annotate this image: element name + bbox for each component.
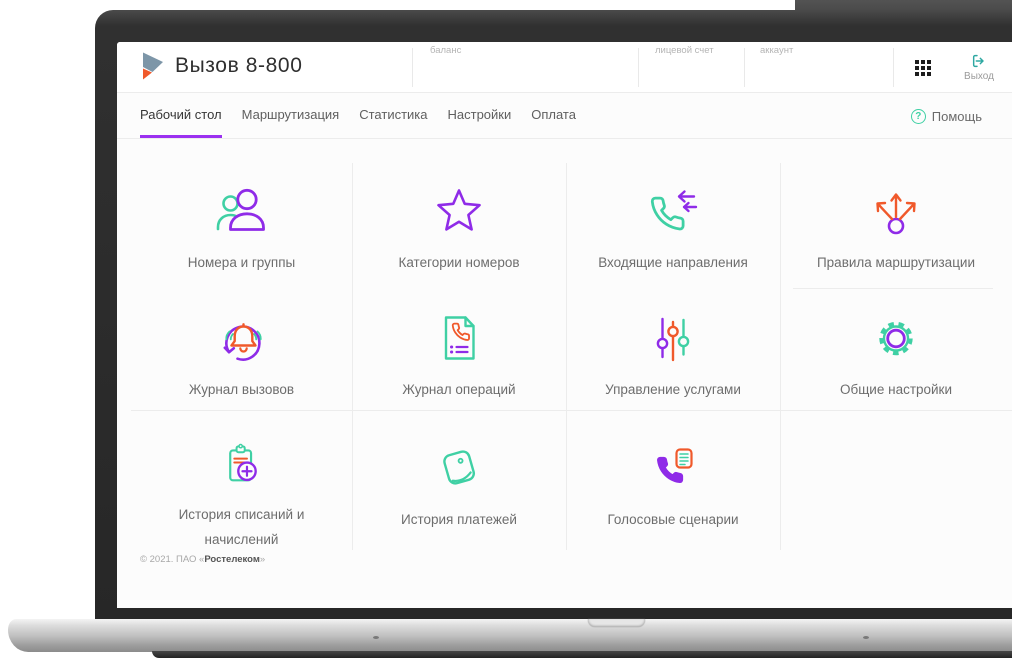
tile-incoming-directions[interactable]: Входящие направления [566,163,780,290]
copyright: © 2021. ПАО «Ростелеком» [140,554,265,565]
tab-payment[interactable]: Оплата [531,93,576,138]
tile-label: Категории номеров [398,255,520,270]
users-icon [216,188,265,231]
star-icon [437,189,481,231]
tile-label: Входящие направления [598,255,748,270]
balance-field[interactable]: баланс [430,45,461,56]
help-label: Помощь [931,108,982,124]
tile-general-settings[interactable]: Общие настройки [780,290,1012,420]
copyright-prefix: © 2021. ПАО « [140,554,205,565]
laptop-foot [373,636,379,639]
tab-settings[interactable]: Настройки [448,93,512,138]
tile-label: Номера и группы [187,255,296,270]
tile-label: История платежей [401,512,517,527]
header-divider [744,48,745,87]
voice-script-icon [657,448,693,484]
tile-operations-log[interactable]: Журнал операций [352,290,566,420]
sliders-icon [656,317,690,362]
incoming-call-icon [650,190,698,231]
copyright-suffix: » [259,554,266,565]
laptop-foot [863,636,869,639]
help-button[interactable]: ? Помощь [910,93,982,139]
gear-icon [879,321,913,356]
logout-icon [972,54,984,68]
tile-numbers-and-groups[interactable]: Номера и группы [131,163,352,290]
tile-label: Правила маршрутизации [816,255,976,270]
wallet-icon [443,450,476,485]
tab-routing[interactable]: Маршрутизация [242,93,340,138]
laptop-base [8,619,1012,652]
tile-call-log[interactable]: Журнал вызовов [131,290,352,420]
clipboard-plus-icon [228,443,257,482]
tile-label: Журнал вызовов [188,382,295,397]
call-log-icon [223,323,262,361]
question-circle-icon: ? [910,108,926,124]
logout-label: Выход [964,71,994,82]
app-title: Вызов 8-800 [175,54,303,77]
app-header: Вызов 8-800 баланс лицевой счет аккаунт … [117,42,1012,93]
tile-label: История списаний и начислений [178,506,305,548]
copyright-brand: Ростелеком [204,554,260,565]
apps-grid-icon[interactable] [915,60,933,77]
tile-payments-history[interactable]: История платежей [352,420,566,553]
tile-charges-history[interactable]: История списаний и начислений [131,420,352,553]
screen: Вызов 8-800 баланс лицевой счет аккаунт … [117,42,1012,608]
tile-service-management[interactable]: Управление услугами [566,290,780,420]
dashboard-grid: Номера и группы Категории номеров Входящ… [131,163,1012,553]
tile-routing-rules[interactable]: Правила маршрутизации [780,163,1012,290]
logout-button[interactable]: Выход [953,46,1005,89]
tile-label: Голосовые сценарии [607,512,739,527]
tab-bar: Рабочий стол Маршрутизация Статистика На… [117,93,1012,139]
laptop-latch [588,619,645,627]
rostelecom-logo-icon [143,52,163,80]
header-divider [412,48,413,87]
personal-account-field[interactable]: лицевой счет [655,45,714,56]
laptop-base-shadow [152,651,1012,658]
routing-arrows-icon [876,193,916,235]
tab-desktop[interactable]: Рабочий стол [140,93,222,138]
laptop-mockup: Вызов 8-800 баланс лицевой счет аккаунт … [0,0,1012,667]
account-field[interactable]: аккаунт [760,45,793,56]
header-divider [893,48,894,87]
tab-statistics[interactable]: Статистика [359,93,427,138]
tile-label: Управление услугами [605,382,741,397]
tile-label: Журнал операций [402,382,516,397]
tile-label: Общие настройки [839,382,953,397]
operations-log-icon [444,316,475,360]
header-divider [638,48,639,87]
tile-voice-scenarios[interactable]: Голосовые сценарии [566,420,780,553]
tile-number-categories[interactable]: Категории номеров [352,163,566,290]
